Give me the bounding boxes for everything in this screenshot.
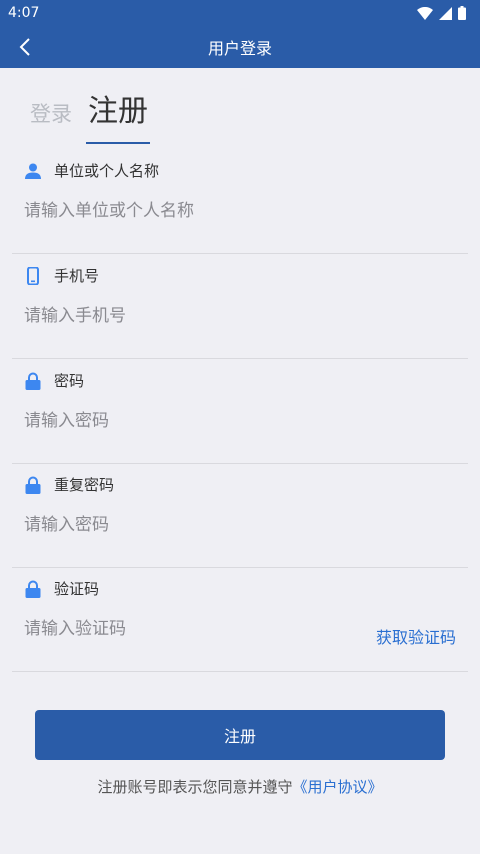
app-bar: 用户登录 bbox=[0, 26, 480, 68]
phone-label: 手机号 bbox=[54, 267, 100, 285]
repeat-password-label-row: 重复密码 bbox=[24, 474, 114, 495]
password-label: 密码 bbox=[54, 372, 85, 390]
status-icons bbox=[417, 6, 466, 20]
status-bar: 4:07 bbox=[0, 0, 480, 26]
tab-login[interactable]: 登录 bbox=[30, 98, 72, 144]
page-title: 用户登录 bbox=[207, 39, 272, 58]
password-label-row: 密码 bbox=[24, 370, 84, 391]
tab-register[interactable]: 注册 bbox=[86, 94, 150, 144]
agreement-text: 注册账号即表示您同意并遵守《用户协议》 bbox=[0, 776, 480, 797]
user-agreement-link[interactable]: 《用户协议》 bbox=[293, 778, 383, 796]
code-label: 验证码 bbox=[54, 580, 100, 598]
agreement-prefix: 注册账号即表示您同意并遵守 bbox=[97, 778, 293, 796]
register-button[interactable]: 注册 bbox=[35, 710, 445, 760]
phone-input[interactable] bbox=[24, 299, 354, 333]
get-code-button[interactable]: 获取验证码 bbox=[376, 624, 456, 648]
code-field-group: 验证码 获取验证码 bbox=[12, 568, 468, 672]
auth-tabs: 登录 注册 bbox=[30, 94, 150, 144]
signal-icon bbox=[439, 6, 452, 20]
code-input[interactable] bbox=[24, 612, 354, 646]
name-field-group: 单位或个人名称 bbox=[12, 150, 468, 254]
name-input[interactable] bbox=[24, 194, 354, 228]
password-input[interactable] bbox=[24, 404, 354, 438]
name-label: 单位或个人名称 bbox=[54, 162, 160, 180]
person-icon bbox=[24, 162, 42, 180]
phone-label-row: 手机号 bbox=[24, 265, 99, 286]
lock-icon bbox=[24, 580, 42, 598]
back-button[interactable] bbox=[10, 32, 40, 62]
battery-icon bbox=[458, 6, 466, 20]
phone-icon bbox=[24, 266, 42, 285]
back-arrow-icon bbox=[19, 38, 30, 56]
repeat-password-field-group: 重复密码 bbox=[12, 464, 468, 568]
repeat-password-label: 重复密码 bbox=[54, 476, 115, 494]
name-label-row: 单位或个人名称 bbox=[24, 160, 159, 181]
status-time: 4:07 bbox=[8, 5, 40, 21]
password-field-group: 密码 bbox=[12, 360, 468, 464]
phone-field-group: 手机号 bbox=[12, 255, 468, 359]
code-label-row: 验证码 bbox=[24, 578, 99, 599]
wifi-icon bbox=[417, 6, 433, 20]
repeat-password-input[interactable] bbox=[24, 508, 354, 542]
lock-icon bbox=[24, 476, 42, 494]
lock-icon bbox=[24, 372, 42, 390]
